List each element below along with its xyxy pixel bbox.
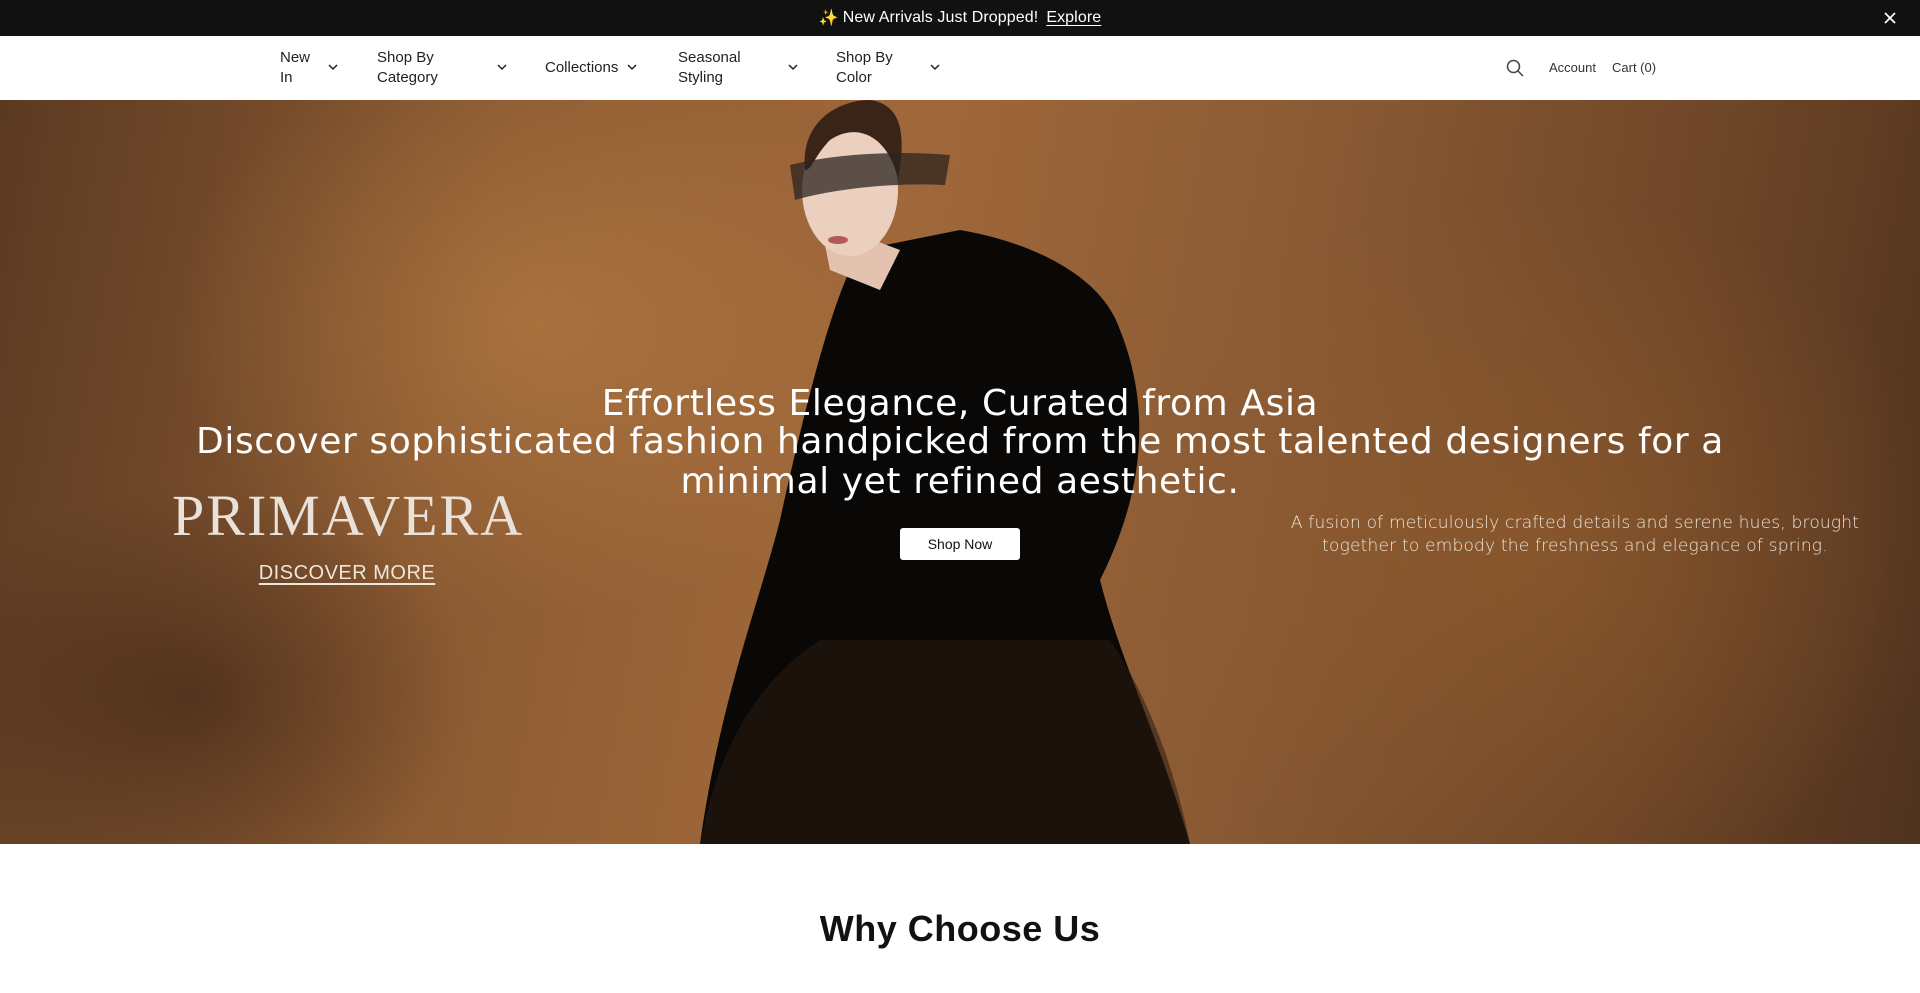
nav-item-label: Shop By Category [377, 49, 438, 86]
section-heading: Why Choose Us [819, 908, 1101, 949]
nav-item-seasonal-styling[interactable]: Seasonal Styling [678, 46, 804, 90]
hero-banner: PRIMAVERA DISCOVER MORE Effortless Elega… [0, 100, 1920, 844]
cart-link[interactable]: Cart (0) [1612, 60, 1656, 75]
nav-item-new-in[interactable]: New In [280, 46, 340, 90]
nav-item-shop-by-category[interactable]: Shop By Category [377, 46, 509, 90]
account-link[interactable]: Account [1549, 60, 1596, 75]
discover-more-label: DISCOVER MORE [258, 562, 436, 584]
close-icon[interactable] [1880, 8, 1900, 28]
announcement-bar: ✨ New Arrivals Just Dropped! Explore [0, 0, 1920, 36]
shop-now-button[interactable]: Shop Now [900, 528, 1020, 560]
hero-subtitle: Discover sophisticated fashion handpicke… [196, 421, 1724, 502]
nav-item-label: Seasonal Styling [678, 49, 741, 86]
chevron-down-icon [627, 64, 637, 71]
search-icon[interactable] [1505, 58, 1525, 78]
hero-title: Effortless Elegance, Curated from Asia [601, 383, 1319, 424]
hero-description: A fusion of meticulously crafted details… [1290, 513, 1860, 556]
nav-item-label: Collections [545, 59, 619, 76]
announcement-message: New Arrivals Just Dropped! [842, 9, 1039, 26]
chevron-down-icon [930, 64, 940, 71]
chevron-down-icon [788, 64, 798, 71]
nav-item-collections[interactable]: Collections [545, 46, 645, 90]
nav-item-shop-by-color[interactable]: Shop By Color [836, 46, 946, 90]
site-header: New In Shop By Category Collections Seas… [0, 36, 1920, 101]
nav-item-label: New In [280, 49, 311, 86]
discover-more-link[interactable]: DISCOVER MORE [172, 562, 522, 585]
chevron-down-icon [328, 64, 338, 71]
sparkles-icon: ✨ [818, 10, 839, 27]
chevron-down-icon [497, 64, 507, 71]
nav-item-label: Shop By Color [836, 49, 893, 86]
explore-link[interactable]: Explore [1046, 9, 1101, 27]
